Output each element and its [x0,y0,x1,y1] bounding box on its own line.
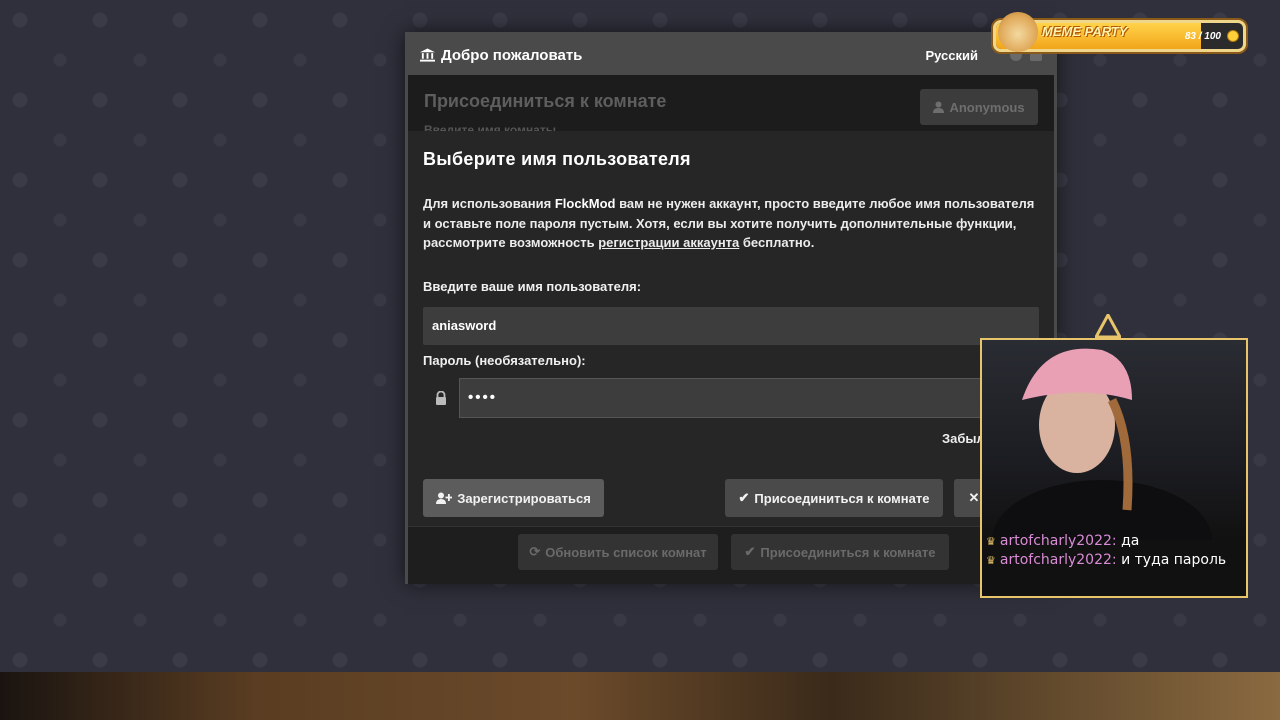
username-label: Введите ваше имя пользователя: [423,278,642,294]
crown-icon: ♛ [986,535,996,548]
description-prefix: Для использования [423,196,555,211]
chat-text: да [1121,533,1140,549]
password-label: Пароль (необязательно): [423,352,586,368]
register-link[interactable]: регистрации аккаунта [598,235,739,250]
chat-message: ♛ artofcharly2022: и туда пароль [986,551,1246,570]
refresh-rooms-label: Обновить список комнат [545,544,707,560]
footer-join-room-label: Присоединиться к комнате [760,544,936,560]
username-input[interactable]: aniasword [423,306,1039,345]
doge-icon [998,12,1038,52]
chat-message: ♛ artofcharly2022: да [986,532,1246,551]
lock-icon [436,390,446,405]
window-title: Добро пожаловать [441,46,583,64]
user-icon [933,101,945,113]
room-panel-title: Присоединиться к комнате [424,91,667,111]
user-plus-icon [436,492,453,504]
window-footer: ⟳ Обновить список комнат ✔ Присоединитьс… [408,526,1054,584]
webcam-overlay: ♛ artofcharly2022: да ♛ artofcharly2022: и… [980,338,1248,598]
password-input[interactable]: •••• [459,377,1039,418]
streamer-webcam [982,340,1246,540]
check-icon: ✔ [738,490,750,505]
description-suffix: бесплатно. [739,235,815,250]
room-panel-hint: Введите имя комнаты [424,123,556,131]
register-button[interactable]: Зарегистрироваться [423,479,604,517]
brand-name: FlockMod [554,196,616,211]
join-room-button-label: Присоединиться к комнате [754,490,930,506]
bank-icon [420,48,435,62]
stream-bottom-strip [0,672,1280,720]
refresh-icon: ⟳ [529,544,541,559]
footer-join-room-button[interactable]: ✔ Присоединиться к комнате [731,534,949,570]
streamer-silhouette [992,348,1212,540]
dialog-title: Выберите имя пользователя [423,149,691,169]
close-icon: ✕ [968,490,980,505]
join-room-button[interactable]: ✔ Присоединиться к комнате [725,479,943,517]
anonymous-button-label: Anonymous [949,99,1025,115]
dialog-description: Для использования FlockMod вам не нужен … [423,194,1039,253]
refresh-rooms-button[interactable]: ⟳ Обновить список комнат [518,534,718,570]
anonymous-button[interactable]: Anonymous [920,89,1038,125]
chat-overlay: ♛ artofcharly2022: да ♛ artofcharly2022: и… [986,532,1246,570]
room-panel-header: Присоединиться к комнате Введите имя ком… [408,75,1054,131]
warning-triangle-icon [1095,314,1121,338]
window-titlebar: Добро пожаловать Русский [408,35,1054,75]
chat-text: и туда пароль [1121,552,1227,568]
language-selector[interactable]: Русский [925,48,978,63]
chat-username: artofcharly2022: [999,533,1117,549]
chat-username: artofcharly2022: [999,552,1117,568]
check-icon: ✔ [744,544,756,559]
register-button-label: Зарегистрироваться [457,490,591,506]
welcome-window: Добро пожаловать Русский Присоединиться … [405,32,1057,584]
forgot-password-link[interactable]: Забыл [942,431,985,446]
password-row: •••• [423,377,1039,418]
crown-icon: ♛ [986,554,996,567]
username-dialog: Выберите имя пользователя Для использова… [408,131,1054,526]
meme-party-title: MEME PARTY [1042,24,1128,39]
meme-party-count: 83 / 100 [1184,31,1221,42]
coin-icon [1227,30,1239,42]
